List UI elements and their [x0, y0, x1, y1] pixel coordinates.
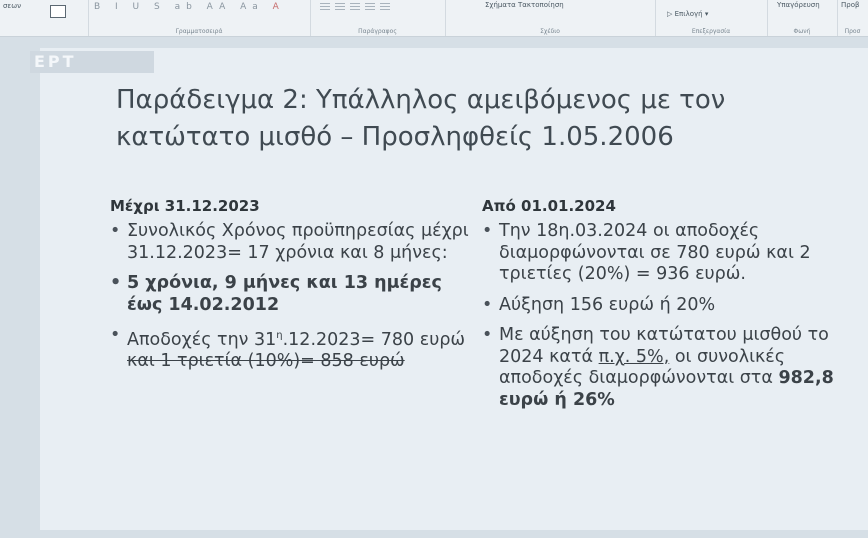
select-label: Επιλογή: [674, 10, 703, 18]
ribbon-group-editing: ▷ Επιλογή ▾ Επεξεργασία: [655, 0, 768, 36]
ribbon-group-paragraph: Παράγραφος: [310, 0, 446, 36]
ribbon-left-label: σεων: [3, 2, 21, 10]
left-bullet-list: Συνολικός Χρόνος προϋπηρεσίας μέχρι 31.1…: [110, 221, 470, 373]
layout-icon[interactable]: [50, 5, 66, 18]
ribbon-group-paragraph-label: Παράγραφος: [358, 28, 397, 35]
select-button[interactable]: ▷ Επιλογή ▾: [667, 10, 708, 18]
left-bullet-1: Συνολικός Χρόνος προϋπηρεσίας μέχρι 31.1…: [110, 221, 470, 264]
left-bullet-2: 5 χρόνια, 9 μήνες και 13 ημέρες έως 14.0…: [110, 273, 470, 316]
ribbon-group-drawing-label: Σχέδιο: [540, 28, 560, 35]
left-bullet-3: Αποδοχές την 31η.12.2023= 780 ευρώ και 1…: [110, 325, 470, 373]
left-bullet-3-strike: και 1 τριετία (10%)= 858 ευρώ: [127, 351, 405, 372]
left-column: Μέχρι 31.12.2023 Συνολικός Χρόνος προϋπη…: [110, 197, 470, 382]
right-column: Από 01.01.2024 Την 18η.03.2024 οι αποδοχ…: [482, 197, 852, 420]
left-bullet-3-pre: Αποδοχές την 31: [127, 329, 277, 350]
broadcaster-logo: ΕΡΤ: [30, 51, 154, 73]
right-bullet-2: Αύξηση 156 ευρώ ή 20%: [482, 295, 852, 317]
right-bullet-1: Την 18η.03.2024 οι αποδοχές διαμορφώνοντ…: [482, 221, 852, 286]
paragraph-align-buttons[interactable]: [320, 3, 440, 15]
dictation-button[interactable]: Υπαγόρευση: [777, 1, 820, 9]
font-format-buttons[interactable]: B I U S ab AA Aa A: [94, 2, 279, 12]
ribbon-group-voice-label: Φωνή: [793, 28, 811, 35]
slide-title: Παράδειγμα 2: Υπάλληλος αμειβόμενος με τ…: [116, 85, 726, 152]
ribbon-toolbar: σεων B I U S ab AA Aa A Γραμματοσειρά Πα…: [0, 0, 868, 37]
ribbon-group-designer: Προβ Προσ: [837, 0, 868, 36]
ribbon-group-font-label: Γραμματοσειρά: [175, 28, 223, 35]
designer-button[interactable]: Προβ: [841, 1, 859, 9]
ribbon-group-voice: Υπαγόρευση Φωνή: [767, 0, 838, 36]
left-bullet-3-mid: .12.2023= 780 ευρώ: [282, 329, 466, 350]
left-heading: Μέχρι 31.12.2023: [110, 197, 260, 215]
ribbon-group-drawing: Σχήματα Τακτοποίηση Σχέδιο: [445, 0, 656, 36]
right-heading: Από 01.01.2024: [482, 197, 616, 215]
arrange-button[interactable]: Σχήματα Τακτοποίηση: [485, 1, 564, 9]
right-bullet-3: Με αύξηση του κατώτατου μισθού το 2024 κ…: [482, 325, 852, 411]
ribbon-group-slides: σεων: [0, 0, 89, 36]
right-bullet-list: Την 18η.03.2024 οι αποδοχές διαμορφώνοντ…: [482, 221, 852, 411]
ribbon-group-font: B I U S ab AA Aa A Γραμματοσειρά: [88, 0, 311, 36]
right-bullet-3-underlined: π.χ. 5%,: [598, 346, 670, 367]
ribbon-group-editing-label: Επεξεργασία: [691, 28, 731, 35]
ribbon-group-designer-label: Προσ: [844, 28, 861, 35]
